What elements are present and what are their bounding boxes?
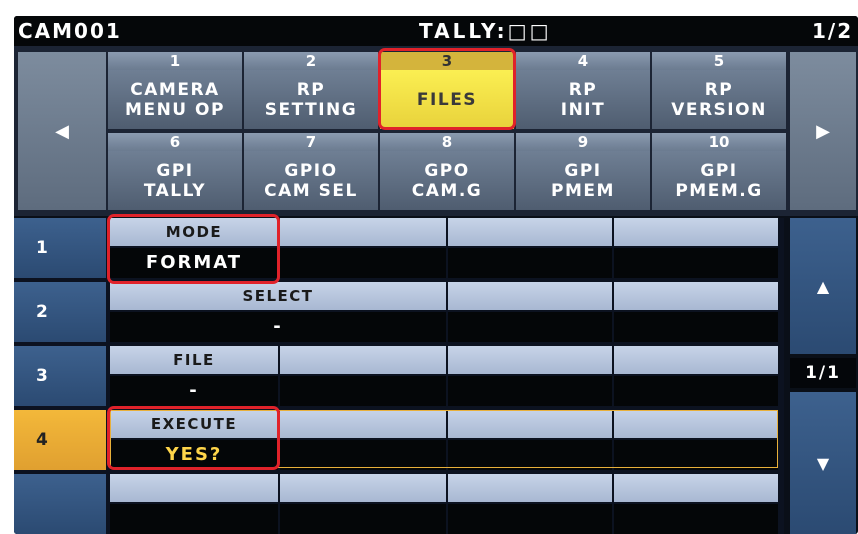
- scroll-down-button[interactable]: ▼: [790, 392, 856, 534]
- camera-id: CAM001: [18, 19, 122, 43]
- menu-item-number: 9: [516, 133, 650, 151]
- menu-item-rp-setting[interactable]: 2 RP SETTING: [244, 52, 378, 129]
- setting-value: -: [110, 312, 446, 342]
- empty-cell: [280, 218, 446, 278]
- setting-row-mode: 1 MODE FORMAT: [14, 218, 784, 278]
- row-number[interactable]: 3: [14, 346, 106, 406]
- file-setting[interactable]: FILE -: [110, 346, 278, 406]
- setting-value: -: [110, 376, 278, 406]
- setting-value: YES?: [110, 440, 278, 470]
- empty-cell: [614, 218, 778, 278]
- menu-item-label: GPIO: [284, 160, 338, 181]
- empty-cell: [614, 474, 778, 534]
- camera-panel-screen: CAM001 TALLY:□□ 1/2 ◀ 1 CAMERA MENU OP 2 …: [14, 16, 858, 534]
- menu-item-label: TALLY: [143, 180, 207, 201]
- menu-item-label: GPI: [564, 160, 602, 181]
- menu-item-gpio-cam-sel[interactable]: 7 GPIO CAM SEL: [244, 133, 378, 210]
- empty-cell: [448, 282, 612, 342]
- menu-item-label: RP: [568, 79, 598, 100]
- page-left-button[interactable]: ◀: [18, 52, 106, 210]
- menu-item-gpi-pmem[interactable]: 9 GPI PMEM: [516, 133, 650, 210]
- menu-item-label: GPI: [156, 160, 194, 181]
- menu-item-label: PMEM: [551, 180, 615, 201]
- menu-item-label: CAMERA: [130, 79, 220, 100]
- menu-item-number: 7: [244, 133, 378, 151]
- setting-label: MODE: [110, 218, 278, 246]
- menu-item-gpi-tally[interactable]: 6 GPI TALLY: [108, 133, 242, 210]
- menu-item-label: RP: [296, 79, 326, 100]
- menu-grid: ◀ 1 CAMERA MENU OP 2 RP SETTING 3 FILES 4 …: [14, 46, 858, 216]
- setting-row-execute: 4 EXECUTE YES?: [14, 410, 784, 470]
- mode-setting[interactable]: MODE FORMAT: [110, 218, 278, 278]
- empty-cell: [448, 474, 612, 534]
- empty-cell: [110, 474, 278, 534]
- menu-item-gpo-cam-g[interactable]: 8 GPO CAM.G: [380, 133, 514, 210]
- setting-value: FORMAT: [110, 248, 278, 278]
- menu-item-number: 2: [244, 52, 378, 70]
- scroll-up-button[interactable]: ▲: [790, 218, 856, 354]
- menu-item-number: 4: [516, 52, 650, 70]
- menu-item-label: FILES: [416, 89, 478, 110]
- menu-item-rp-version[interactable]: 5 RP VERSION: [652, 52, 786, 129]
- tally-indicator: TALLY:□□: [419, 19, 552, 43]
- menu-item-number: 10: [652, 133, 786, 151]
- setting-label: EXECUTE: [110, 410, 278, 438]
- empty-cell: [280, 410, 446, 470]
- up-triangle-icon: ▲: [816, 276, 830, 296]
- menu-item-camera-menu-op[interactable]: 1 CAMERA MENU OP: [108, 52, 242, 129]
- menu-item-label: GPI: [700, 160, 738, 181]
- menu-item-rp-init[interactable]: 4 RP INIT: [516, 52, 650, 129]
- empty-cell: [614, 282, 778, 342]
- menu-item-label: GPO: [424, 160, 470, 181]
- right-triangle-icon: ▶: [816, 120, 830, 142]
- empty-cell: [614, 410, 778, 470]
- menu-item-number: 5: [652, 52, 786, 70]
- page-indicator: 1/2: [812, 19, 854, 43]
- menu-item-label: RP: [704, 79, 734, 100]
- menu-item-label: VERSION: [671, 99, 767, 120]
- row-number[interactable]: 4: [14, 410, 106, 470]
- select-setting[interactable]: SELECT -: [110, 282, 446, 342]
- row-number[interactable]: 2: [14, 282, 106, 342]
- menu-item-number: 1: [108, 52, 242, 70]
- setting-row-select: 2 SELECT -: [14, 282, 784, 342]
- menu-item-label: INIT: [560, 99, 606, 120]
- menu-item-number: 6: [108, 133, 242, 151]
- empty-cell: [280, 474, 446, 534]
- empty-cell: [448, 410, 612, 470]
- setting-row-empty: [14, 474, 784, 534]
- row-number[interactable]: 1: [14, 218, 106, 278]
- empty-cell: [448, 218, 612, 278]
- execute-setting[interactable]: EXECUTE YES?: [110, 410, 278, 470]
- setting-label: SELECT: [110, 282, 446, 310]
- empty-cell: [280, 346, 446, 406]
- down-triangle-icon: ▼: [816, 453, 830, 473]
- header-bar: CAM001 TALLY:□□ 1/2: [14, 16, 858, 46]
- setting-row-file: 3 FILE -: [14, 346, 784, 406]
- menu-item-files[interactable]: 3 FILES: [380, 52, 514, 129]
- menu-item-label: PMEM.G: [675, 180, 763, 201]
- setting-label: FILE: [110, 346, 278, 374]
- menu-item-label: SETTING: [264, 99, 358, 120]
- menu-item-number: 3: [380, 52, 514, 70]
- list-page-indicator: 1/1: [790, 358, 856, 388]
- empty-cell: [614, 346, 778, 406]
- menu-item-gpi-pmem-g[interactable]: 10 GPI PMEM.G: [652, 133, 786, 210]
- scroll-panel: ▲ 1/1 ▼: [790, 218, 856, 534]
- menu-item-label: CAM SEL: [264, 180, 358, 201]
- page-right-button[interactable]: ▶: [790, 52, 856, 210]
- row-number: [14, 474, 106, 534]
- menu-item-label: MENU OP: [125, 99, 225, 120]
- menu-item-label: CAM.G: [411, 180, 483, 201]
- left-triangle-icon: ◀: [55, 120, 69, 142]
- settings-list: 1 MODE FORMAT 2 SELECT - 3 FILE - 4 EXEC…: [14, 218, 784, 534]
- menu-item-number: 8: [380, 133, 514, 151]
- empty-cell: [448, 346, 612, 406]
